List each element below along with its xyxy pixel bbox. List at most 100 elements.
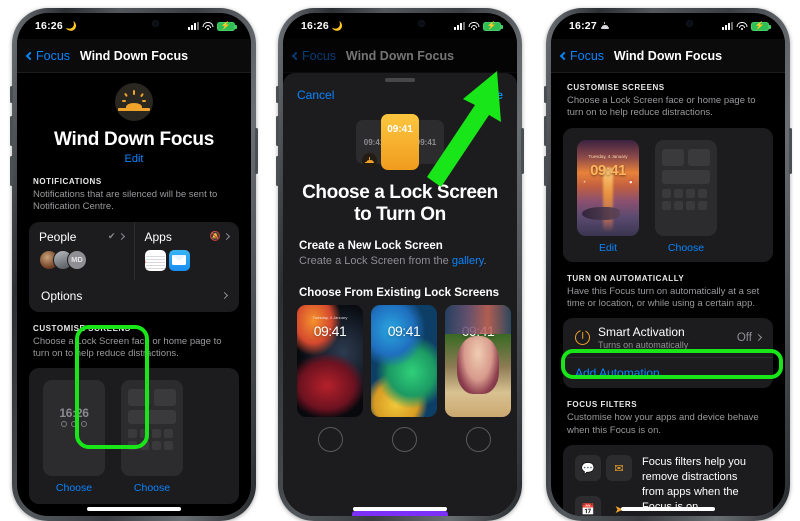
select-radio[interactable]: [391, 426, 417, 452]
lock-screen-option[interactable]: 09:41: [445, 304, 511, 452]
lock-screen-preview: 16:26: [43, 380, 105, 477]
cancel-button[interactable]: Cancel: [297, 88, 334, 102]
notifications-card: People ✔ MD Apps 🔕 Options: [29, 221, 240, 312]
lock-screen-option[interactable]: Tuesday, 4 January 09:41 ☀ ⏰ Edit: [577, 139, 639, 254]
back-label: Focus: [36, 48, 71, 63]
wind-down-sunset-icon: [600, 21, 610, 31]
add-automation-button[interactable]: Add Automation: [563, 357, 773, 388]
phone-1-screen: 16:26 🌙 ⚡ Focus Wind Down Focus Wind Dow…: [17, 13, 251, 516]
focus-badge-icon: [362, 153, 377, 168]
calendar-icon: 📅: [575, 496, 601, 516]
sheet-heading: Choose a Lock Screen to Turn On: [302, 182, 498, 225]
done-button[interactable]: Done: [473, 88, 503, 102]
mail-icon: [168, 249, 190, 271]
signal-bars-icon: [722, 22, 733, 30]
create-new-lock-screen-subtitle: Create a Lock Screen from the gallery.: [299, 255, 501, 267]
people-avatars: MD: [39, 249, 124, 270]
back-button[interactable]: Focus: [25, 48, 71, 63]
back-button[interactable]: Focus: [559, 49, 604, 63]
wind-down-sunset-icon: [115, 83, 153, 121]
edit-focus-button[interactable]: Edit: [17, 153, 251, 165]
mute-switch[interactable]: [544, 86, 547, 103]
smart-activation-subtitle: Turns on automatically: [598, 340, 689, 351]
status-bar: 16:26 🌙 ⚡: [283, 13, 517, 39]
create-sub-prefix: Create a Lock Screen from the: [299, 254, 452, 267]
smart-activation-row[interactable]: Smart Activation Turns on automatically …: [563, 318, 773, 357]
lock-preview-widgets: [43, 421, 105, 428]
notifications-description: Notifications that are silenced will be …: [33, 189, 218, 213]
status-time: 16:27: [569, 20, 597, 32]
lock-screen-option[interactable]: 09:41: [371, 304, 437, 452]
side-button[interactable]: [255, 128, 258, 174]
lock-preview-date: Tuesday, 4 January: [588, 153, 628, 159]
home-screen-option[interactable]: Choose: [655, 139, 717, 254]
lock-screen-stack-preview: 09:41 09:41 09:41: [350, 114, 450, 170]
turn-on-automatically-description: Have this Focus turn on automatically at…: [567, 285, 760, 310]
existing-lock-screens-list: Tuesday, 4 January 09:41 09:41 09:41: [283, 299, 517, 452]
mute-switch[interactable]: [276, 86, 279, 103]
battery-charging-icon: ⚡: [483, 21, 503, 31]
automation-card: Smart Activation Turns on automatically …: [563, 318, 773, 389]
mute-switch[interactable]: [10, 86, 13, 103]
home-indicator[interactable]: [87, 507, 181, 511]
lock-screen-option[interactable]: 16:26 Choose: [43, 380, 105, 494]
home-screen-option[interactable]: Choose: [121, 380, 183, 494]
notifications-header: NOTIFICATIONS: [33, 177, 102, 186]
bell-slash-icon: 🔕: [209, 231, 221, 242]
lock-screen-date: Tuesday, 4 January: [312, 314, 348, 320]
create-new-lock-screen-title: Create a New Lock Screen: [299, 239, 443, 252]
message-bubble-icon: 💬: [575, 455, 601, 482]
notch: [93, 13, 175, 35]
lock-screen-edit-button[interactable]: Edit: [577, 242, 639, 254]
side-button[interactable]: [521, 128, 524, 174]
create-sub-suffix: .: [483, 254, 487, 267]
status-time: 16:26: [301, 20, 329, 32]
phone-2-screen: 16:26 🌙 ⚡ Focus Wind Down Focus Cancel D…: [283, 13, 517, 516]
stack-card-center: 09:41: [381, 114, 419, 170]
volume-up-button[interactable]: [10, 116, 13, 146]
power-icon: [575, 330, 590, 346]
select-radio[interactable]: [465, 426, 491, 452]
options-row[interactable]: Options: [29, 280, 239, 312]
volume-down-button[interactable]: [276, 156, 279, 186]
wifi-icon: [202, 22, 214, 30]
home-screen-choose-button[interactable]: Choose: [655, 242, 717, 254]
lock-screen-thumbnail: 09:41: [445, 304, 511, 417]
volume-up-button[interactable]: [544, 116, 547, 146]
home-screen-preview: [121, 380, 183, 477]
lock-screen-wallpaper: Tuesday, 4 January 09:41 ☀ ⏰: [577, 139, 639, 236]
focus-filters-card: 💬 ✉ 📅 ➤ Focus filters help you remove di…: [563, 445, 773, 516]
signal-bars-icon: [188, 22, 199, 30]
lock-screen-thumbnail: 09:41: [371, 304, 437, 417]
chevron-right-icon: [754, 334, 763, 342]
home-screen-preview: [655, 139, 717, 236]
screenshot-stage: 16:26 🌙 ⚡ Focus Wind Down Focus Wind Dow…: [0, 0, 800, 521]
chevron-right-icon: [222, 233, 231, 241]
side-button[interactable]: [789, 128, 792, 174]
lock-screen-thumbnail: Tuesday, 4 January 09:41: [297, 304, 363, 417]
people-cell[interactable]: People ✔ MD: [29, 222, 134, 280]
chevron-left-icon: [559, 51, 569, 60]
select-radio[interactable]: [317, 426, 343, 452]
lock-screen-preview: Tuesday, 4 January 09:41 ☀ ⏰: [577, 139, 639, 236]
volume-down-button[interactable]: [544, 156, 547, 186]
lock-preview-time: 09:41: [590, 161, 626, 179]
app-switcher-bar: [352, 511, 448, 516]
volume-up-button[interactable]: [276, 116, 279, 146]
lock-screen-option[interactable]: Tuesday, 4 January 09:41: [297, 304, 363, 452]
lock-screen-time: 09:41: [313, 322, 347, 339]
status-bar: 16:27 ⚡: [551, 13, 785, 39]
home-screen-choose-button[interactable]: Choose: [121, 482, 183, 494]
chevron-left-icon: [25, 51, 35, 60]
lock-screen-choose-button[interactable]: Choose: [43, 482, 105, 494]
home-indicator[interactable]: [621, 507, 715, 511]
volume-down-button[interactable]: [10, 156, 13, 186]
battery-charging-icon: ⚡: [217, 21, 237, 31]
apps-label: Apps: [144, 229, 172, 244]
back-button[interactable]: Focus: [291, 49, 336, 63]
lock-screen-time: 09:41: [461, 322, 495, 339]
customise-screens-card: Tuesday, 4 January 09:41 ☀ ⏰ Edit Choose: [563, 127, 773, 262]
calendar-icon: JAN: [144, 249, 166, 271]
gallery-link[interactable]: gallery: [452, 255, 484, 267]
apps-cell[interactable]: Apps 🔕 JAN: [133, 221, 240, 280]
